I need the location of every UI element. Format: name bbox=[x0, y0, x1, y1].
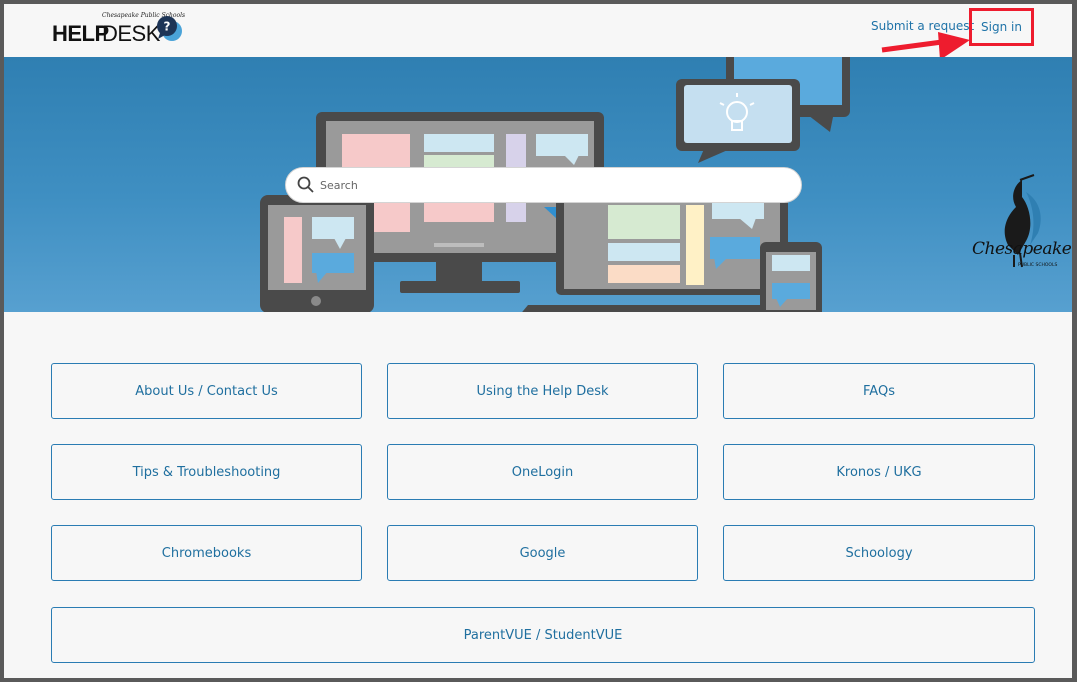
chesapeake-logo: Chesapeake PUBLIC SCHOOLS bbox=[966, 177, 1062, 277]
header: Chesapeake Public Schools HELP DESK ? Su… bbox=[4, 4, 1072, 57]
tile-chromebooks[interactable]: Chromebooks bbox=[51, 525, 362, 581]
cps-logo-word: Chesapeake bbox=[972, 239, 1071, 259]
question-bubble-icon: ? bbox=[154, 14, 184, 44]
tile-kronos-ukg[interactable]: Kronos / UKG bbox=[723, 444, 1035, 500]
search-icon bbox=[296, 175, 316, 195]
tile-schoology[interactable]: Schoology bbox=[723, 525, 1035, 581]
search-input[interactable] bbox=[316, 168, 801, 202]
logo-desk-text: DESK bbox=[102, 21, 160, 47]
tile-google[interactable]: Google bbox=[387, 525, 698, 581]
browser-frame: Chesapeake Public Schools HELP DESK ? Su… bbox=[4, 4, 1072, 678]
helpdesk-logo[interactable]: Chesapeake Public Schools HELP DESK ? bbox=[50, 12, 190, 48]
tile-label: Kronos / UKG bbox=[836, 465, 921, 480]
search-bar[interactable] bbox=[285, 167, 802, 203]
sign-in-label: Sign in bbox=[981, 20, 1022, 34]
tile-onelogin[interactable]: OneLogin bbox=[387, 444, 698, 500]
tile-label: Schoology bbox=[845, 546, 912, 561]
tile-using-help-desk[interactable]: Using the Help Desk bbox=[387, 363, 698, 419]
tile-label: OneLogin bbox=[512, 465, 574, 480]
sign-in-link[interactable]: Sign in bbox=[969, 8, 1034, 46]
hero-banner: Chesapeake PUBLIC SCHOOLS bbox=[4, 57, 1072, 312]
tile-label: Google bbox=[520, 546, 566, 561]
tile-label: Chromebooks bbox=[162, 546, 251, 561]
tile-label: About Us / Contact Us bbox=[135, 384, 278, 399]
tile-label: Using the Help Desk bbox=[476, 384, 608, 399]
tile-tips-troubleshooting[interactable]: Tips & Troubleshooting bbox=[51, 444, 362, 500]
cps-logo-sub: PUBLIC SCHOOLS bbox=[1018, 263, 1057, 268]
tile-parentvue-studentvue[interactable]: ParentVUE / StudentVUE bbox=[51, 607, 1035, 663]
logo-q-glyph: ? bbox=[164, 20, 171, 34]
tile-label: Tips & Troubleshooting bbox=[133, 465, 281, 480]
tile-about-us[interactable]: About Us / Contact Us bbox=[51, 363, 362, 419]
tile-faqs[interactable]: FAQs bbox=[723, 363, 1035, 419]
tile-label: ParentVUE / StudentVUE bbox=[464, 628, 623, 643]
logo-help-text: HELP bbox=[52, 21, 109, 47]
tile-label: FAQs bbox=[863, 384, 895, 399]
